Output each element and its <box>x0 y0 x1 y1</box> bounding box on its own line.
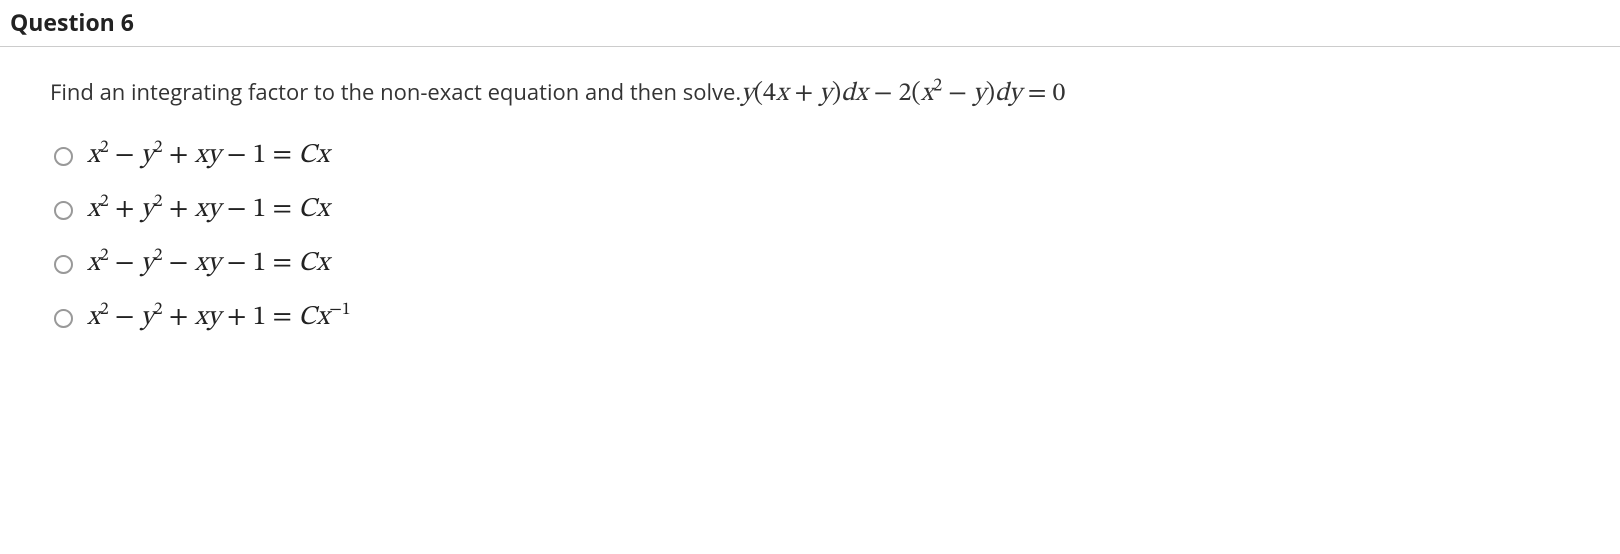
radio-button[interactable] <box>54 147 73 166</box>
option-row: x2 + y2 + xy − 1 = Cx <box>54 193 1570 227</box>
option-row: x2 − y2 + xy + 1 = Cx−1 <box>54 301 1570 335</box>
radio-button[interactable] <box>54 255 73 274</box>
question-body: Find an integrating factor to the non-ex… <box>0 47 1620 335</box>
option-row: x2 − y2 − xy − 1 = Cx <box>54 247 1570 281</box>
radio-button[interactable] <box>54 201 73 220</box>
option-row: x2 − y2 + xy − 1 = Cx <box>54 139 1570 173</box>
option-label: x2 + y2 + xy − 1 = Cx <box>87 193 329 227</box>
option-label: x2 − y2 + xy + 1 = Cx−1 <box>87 301 351 335</box>
option-label: x2 − y2 − xy − 1 = Cx <box>87 247 329 281</box>
prompt-equation: y(4x + y)dx − 2(x2 − y)dy = 0 <box>741 78 1065 111</box>
radio-button[interactable] <box>54 309 73 328</box>
option-label: x2 − y2 + xy − 1 = Cx <box>87 139 329 173</box>
question-header: Question 6 <box>0 0 1620 47</box>
question-prompt: Find an integrating factor to the non-ex… <box>50 77 1570 111</box>
question-number: Question 6 <box>10 6 134 38</box>
prompt-text: Find an integrating factor to the non-ex… <box>50 77 741 107</box>
